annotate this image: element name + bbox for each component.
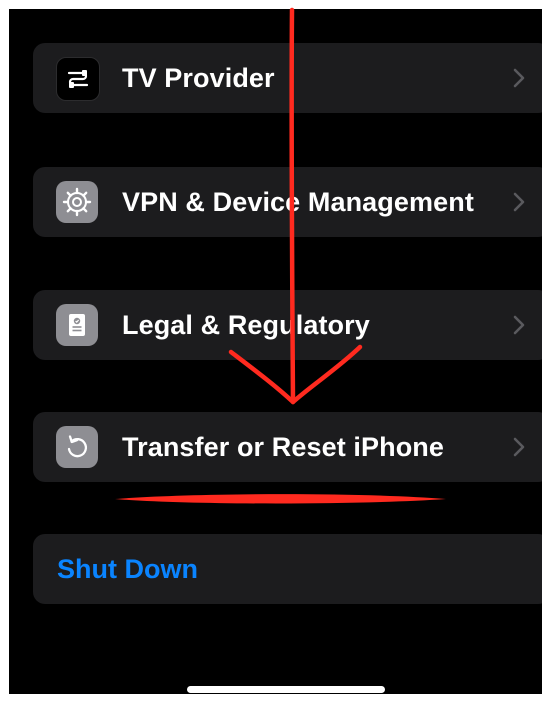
reset-arrow-icon <box>56 426 98 468</box>
legal-document-icon <box>56 304 98 346</box>
vpn-device-management-row[interactable]: VPN & Device Management <box>33 167 542 237</box>
shut-down-label: Shut Down <box>57 554 198 584</box>
transfer-reset-iphone-label: Transfer or Reset iPhone <box>122 432 444 462</box>
vpn-device-management-label: VPN & Device Management <box>122 187 474 217</box>
chevron-right-icon <box>513 192 525 212</box>
legal-regulatory-label: Legal & Regulatory <box>122 310 370 340</box>
chevron-right-icon <box>513 315 525 335</box>
gear-icon <box>56 181 98 223</box>
chevron-right-icon <box>513 68 525 88</box>
shut-down-button[interactable]: Shut Down <box>33 534 542 604</box>
transfer-reset-iphone-row[interactable]: Transfer or Reset iPhone <box>33 412 542 482</box>
chevron-right-icon <box>513 437 525 457</box>
tv-provider-label: TV Provider <box>122 63 275 93</box>
settings-screen: TV Provider VPN & Device Management Lega… <box>9 9 542 694</box>
legal-regulatory-row[interactable]: Legal & Regulatory <box>33 290 542 360</box>
home-indicator <box>187 686 385 693</box>
tv-provider-row[interactable]: TV Provider <box>33 43 542 113</box>
tv-provider-icon <box>56 57 100 101</box>
